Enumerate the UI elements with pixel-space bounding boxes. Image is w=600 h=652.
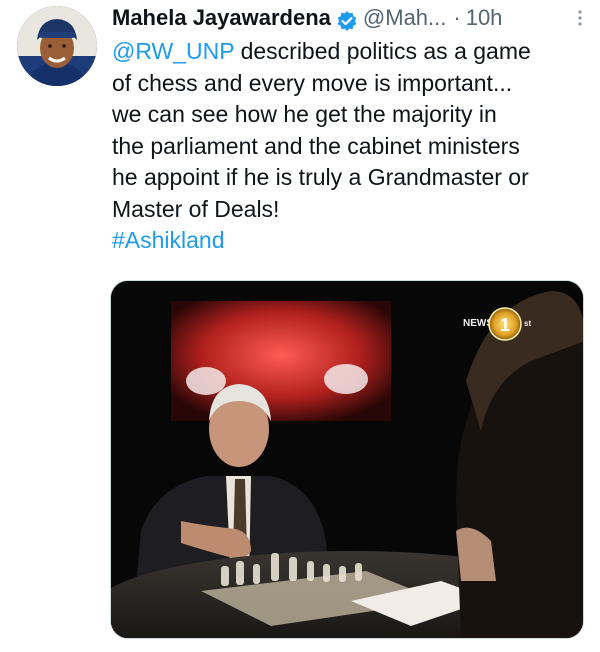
tweet-content: Mahela Jayawardena @Mah... · 10h @RW_UNP… — [112, 0, 588, 257]
tweet-media-image[interactable]: NEWS 1 st — [110, 280, 584, 639]
hashtag-link[interactable]: #Ashikland — [112, 225, 588, 257]
tweet-text-line: Master of Deals! — [112, 195, 280, 222]
more-vertical-icon[interactable] — [570, 8, 590, 28]
timestamp[interactable]: 10h — [466, 0, 503, 36]
tweet-text-segment: described politics as a game — [234, 38, 531, 64]
tweet-text-line: the parliament and the cabinet ministers — [112, 132, 520, 159]
tweet-text: @RW_UNP described politics as a game of … — [112, 36, 588, 257]
tweet-text-line: he appoint if he is truly a Grandmaster … — [112, 164, 529, 190]
tweet-text-line: we can see how he get the majority in — [112, 101, 497, 127]
tweet[interactable]: Mahela Jayawardena @Mah... · 10h @RW_UNP… — [0, 0, 600, 652]
verified-badge-icon — [336, 7, 358, 31]
tweet-header: Mahela Jayawardena @Mah... · 10h — [112, 0, 588, 36]
avatar[interactable] — [17, 6, 97, 86]
tweet-text-line: @RW_UNP described politics as a game — [112, 36, 588, 68]
news-logo-suffix: st — [524, 319, 531, 328]
author-handle[interactable]: @Mah... — [363, 0, 446, 36]
author-name[interactable]: Mahela Jayawardena — [112, 0, 331, 36]
tweet-text-line: of chess and every move is important... — [112, 69, 513, 96]
separator-dot: · — [453, 5, 461, 30]
news-logo-number: 1 — [500, 315, 510, 335]
mention-link[interactable]: @RW_UNP — [112, 38, 234, 64]
